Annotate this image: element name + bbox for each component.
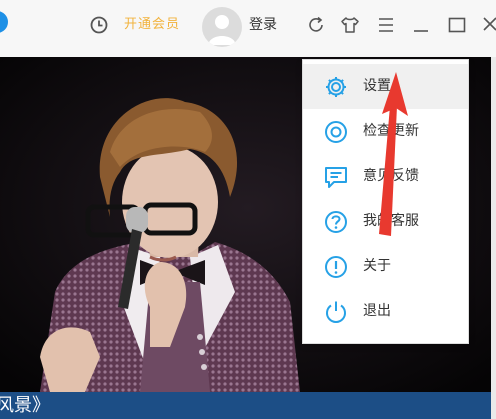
gear-icon — [323, 74, 349, 100]
now-playing-bar: 风景》 — [0, 392, 491, 419]
menu-item-feedback[interactable]: 意见反馈 — [303, 154, 468, 199]
refresh-icon[interactable] — [305, 14, 327, 36]
menu-item-label: 检查更新 — [363, 123, 419, 139]
feedback-icon — [323, 164, 349, 190]
menu-item-customer-service[interactable]: 我的客服 — [303, 199, 468, 244]
app-logo — [0, 11, 8, 33]
vip-subscribe-link[interactable]: 开通会员 — [124, 16, 180, 34]
menu-item-label: 设置 — [363, 78, 391, 94]
history-clock-icon[interactable] — [90, 16, 108, 34]
close-icon[interactable] — [480, 14, 496, 36]
power-icon — [323, 299, 349, 325]
avatar[interactable] — [202, 7, 242, 47]
menu-item-check-update[interactable]: 检查更新 — [303, 109, 468, 154]
menu-item-exit[interactable]: 退出 — [303, 289, 468, 334]
help-icon — [323, 209, 349, 235]
window-edge — [491, 57, 496, 419]
login-link[interactable]: 登录 — [249, 16, 277, 34]
menu-item-label: 我的客服 — [363, 213, 419, 229]
maximize-icon[interactable] — [446, 14, 468, 36]
song-title[interactable]: 风景》 — [0, 392, 50, 419]
menu-item-label: 退出 — [363, 303, 391, 319]
menu-item-about[interactable]: 关于 — [303, 244, 468, 289]
main-menu-icon[interactable] — [375, 14, 397, 36]
menu-item-label: 意见反馈 — [363, 168, 419, 184]
main-dropdown-menu: 设置 检查更新 意见反馈 我的客服 关于 退出 — [302, 59, 469, 344]
menu-item-label: 关于 — [363, 258, 391, 274]
title-bar: 开通会员 登录 — [0, 0, 496, 57]
info-icon — [323, 254, 349, 280]
minimize-icon[interactable] — [410, 14, 432, 36]
update-icon — [323, 119, 349, 145]
menu-item-settings[interactable]: 设置 — [303, 64, 468, 109]
skin-shirt-icon[interactable] — [339, 14, 361, 36]
